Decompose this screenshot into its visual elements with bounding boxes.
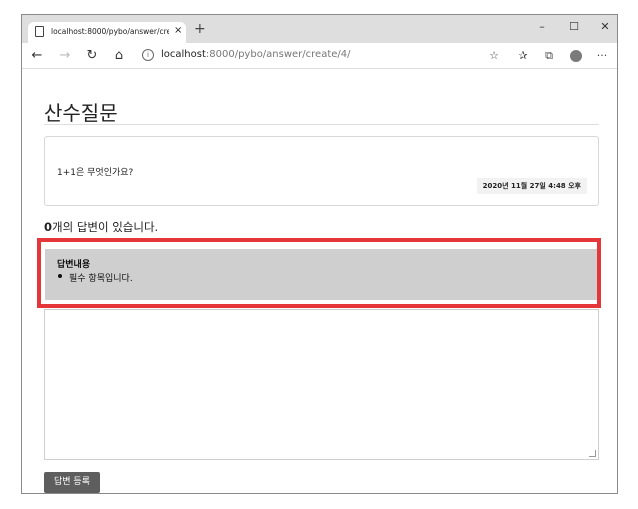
highlight-box — [37, 238, 601, 308]
answer-count-heading: 0개의 답변이 있습니다. — [44, 219, 158, 235]
page-icon — [35, 26, 44, 37]
back-icon[interactable]: ← — [28, 47, 46, 65]
favorites-icon[interactable]: ✰ — [514, 47, 532, 65]
answer-content-textarea[interactable] — [44, 309, 599, 460]
favorite-star-icon[interactable]: ☆ — [485, 47, 503, 65]
refresh-icon[interactable]: ↻ — [83, 47, 101, 65]
profile-avatar[interactable] — [570, 50, 582, 62]
maximize-button[interactable]: ☐ — [561, 18, 587, 36]
navigation-bar: ← → ↻ ⌂ i localhost:8000/pybo/answer/cre… — [22, 43, 617, 69]
submit-answer-button[interactable]: 답변 등록 — [44, 472, 100, 493]
more-icon[interactable]: ··· — [593, 47, 611, 65]
created-date-badge: 2020년 11월 27일 4:48 오후 — [476, 178, 587, 194]
address-bar[interactable]: localhost:8000/pybo/answer/create/4/ — [161, 49, 351, 60]
new-tab-button[interactable]: + — [194, 22, 206, 36]
divider — [44, 124, 599, 125]
browser-tab[interactable]: localhost:8000/pybo/answer/crea × — [28, 22, 186, 43]
answer-count-number: 0 — [44, 220, 53, 234]
question-content: 1+1은 무엇인가요? — [57, 168, 134, 178]
minimize-button[interactable]: – — [529, 18, 555, 36]
question-subject: 산수질문 — [44, 101, 118, 125]
url-path: :8000/pybo/answer/create/4/ — [205, 49, 351, 60]
page-content: 산수질문 1+1은 무엇인가요? 2020년 11월 27일 4:48 오후 0… — [22, 69, 617, 493]
home-icon[interactable]: ⌂ — [110, 47, 128, 65]
url-host: localhost — [161, 49, 206, 60]
resize-grip-icon[interactable] — [589, 450, 596, 457]
answer-count-text: 개의 답변이 있습니다. — [52, 220, 159, 234]
site-info-icon[interactable]: i — [142, 49, 154, 61]
forward-icon[interactable]: → — [56, 47, 74, 65]
close-tab-icon[interactable]: × — [174, 25, 182, 37]
close-window-button[interactable]: ✕ — [592, 18, 617, 36]
collections-icon[interactable]: ⧉ — [540, 47, 558, 65]
title-bar: localhost:8000/pybo/answer/crea × + – ☐ … — [22, 15, 617, 43]
tab-title: localhost:8000/pybo/answer/crea — [51, 27, 169, 36]
browser-window: localhost:8000/pybo/answer/crea × + – ☐ … — [21, 14, 618, 494]
question-card: 1+1은 무엇인가요? 2020년 11월 27일 4:48 오후 — [44, 136, 599, 206]
